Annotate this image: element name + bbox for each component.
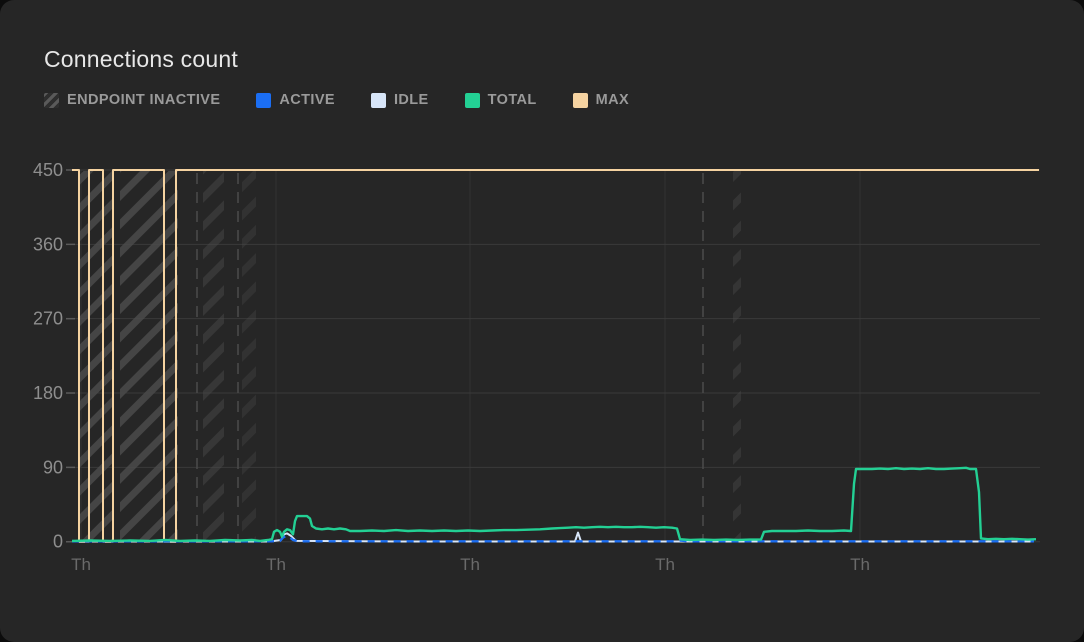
y-tick-label: 270 bbox=[33, 309, 63, 329]
x-tick-label: Th bbox=[655, 555, 675, 574]
y-tick-label: 90 bbox=[43, 457, 63, 477]
endpoint-inactive-band bbox=[242, 171, 256, 542]
x-tick-label: Th bbox=[850, 555, 870, 574]
y-tick-label: 180 bbox=[33, 383, 63, 403]
y-tick-label: 360 bbox=[33, 234, 63, 254]
x-tick-label: Th bbox=[71, 555, 91, 574]
y-tick-label: 450 bbox=[33, 160, 63, 180]
connections-chart-card: Connections count ENDPOINT INACTIVE ACTI… bbox=[0, 0, 1084, 642]
endpoint-inactive-band bbox=[203, 171, 224, 542]
y-tick-label: 0 bbox=[53, 532, 63, 552]
endpoint-inactive-band bbox=[79, 171, 113, 542]
endpoint-inactive-band bbox=[120, 171, 178, 542]
x-tick-label: Th bbox=[266, 555, 286, 574]
endpoint-inactive-band bbox=[733, 171, 741, 542]
x-tick-label: Th bbox=[460, 555, 480, 574]
connections-count-chart[interactable]: 0 90 180 270 360 450 Th Th Th Th Th bbox=[0, 0, 1084, 642]
